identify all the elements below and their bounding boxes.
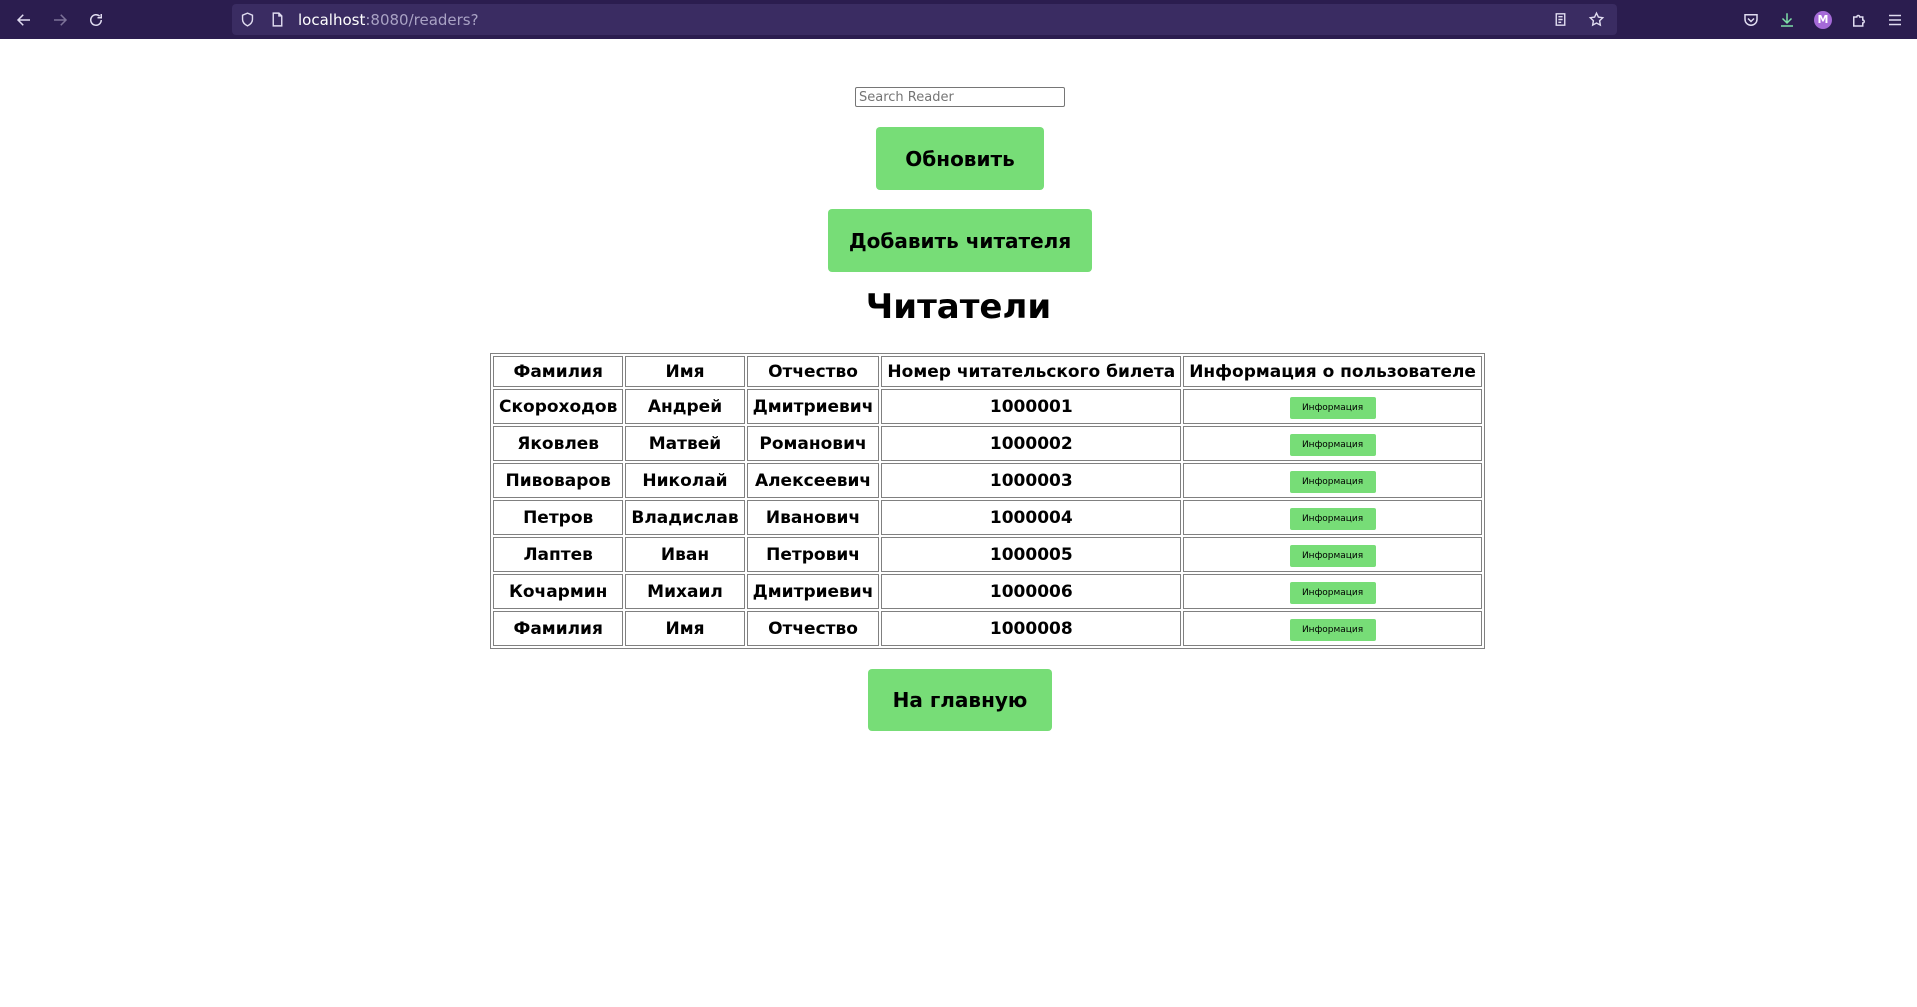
table-row: Яковлев Матвей Романович 1000002 Информация (493, 426, 1482, 461)
puzzle-icon (1853, 14, 1865, 27)
cell-user-info: Информация (1183, 537, 1482, 572)
readers-table: Фамилия Имя Отчество Номер читательского… (490, 353, 1485, 649)
info-button[interactable]: Информация (1289, 618, 1376, 641)
cell-first-name: Андрей (625, 389, 745, 424)
cell-card-number: 1000003 (881, 463, 1182, 498)
cell-user-info: Информация (1183, 389, 1482, 424)
table-row: Лаптев Иван Петрович 1000005 Информация (493, 537, 1482, 572)
cell-user-info: Информация (1183, 463, 1482, 498)
table-row: Кочармин Михаил Дмитриевич 1000006 Информаци… (493, 574, 1482, 609)
page-icon[interactable] (262, 11, 292, 28)
header-first-name: Имя (625, 356, 745, 387)
hamburger-icon (1889, 14, 1901, 25)
header-patronymic: Отчество (746, 356, 880, 387)
cell-card-number: 1000008 (881, 611, 1182, 646)
table-row: Скороходов Андрей Дмитриевич 1000001 Информа… (493, 389, 1482, 424)
forward-button[interactable] (42, 0, 78, 39)
info-button[interactable]: Информация (1289, 470, 1376, 493)
cell-card-number: 1000002 (881, 426, 1182, 461)
cell-card-number: 1000005 (881, 537, 1182, 572)
pocket-icon (1744, 13, 1758, 26)
info-button[interactable]: Информация (1289, 581, 1376, 604)
cell-user-info: Информация (1183, 500, 1482, 535)
cell-last-name: Скороходов (493, 389, 624, 424)
page-title: Читатели (865, 287, 1052, 327)
menu-button[interactable] (1877, 0, 1913, 39)
bookmark-star-icon[interactable] (1581, 11, 1611, 28)
download-icon (1781, 12, 1793, 27)
cell-last-name: Пивоваров (493, 463, 624, 498)
header-user-info: Информация о пользователе (1183, 356, 1482, 387)
downloads-button[interactable] (1769, 0, 1805, 39)
reload-button[interactable] (78, 0, 114, 39)
cell-card-number: 1000004 (881, 500, 1182, 535)
header-card-number: Номер читательского билета (881, 356, 1182, 387)
arrow-right-icon (54, 13, 68, 26)
cell-last-name: Фамилия (493, 611, 624, 646)
extensions-button[interactable] (1841, 0, 1877, 39)
browser-toolbar: localhost:8080/readers? M (0, 0, 1917, 39)
cell-patronymic: Дмитриевич (746, 574, 880, 609)
cell-first-name: Имя (625, 611, 745, 646)
table-row: Петров Владислав Иванович 1000004 Информация (493, 500, 1482, 535)
cell-patronymic: Петрович (746, 537, 880, 572)
cell-first-name: Николай (625, 463, 745, 498)
cell-card-number: 1000006 (881, 574, 1182, 609)
cell-patronymic: Отчество (746, 611, 880, 646)
back-button[interactable] (6, 0, 42, 39)
account-button[interactable]: M (1805, 0, 1841, 39)
url-host: localhost (298, 10, 366, 29)
refresh-button[interactable]: Обновить (876, 127, 1044, 190)
cell-last-name: Петров (493, 500, 624, 535)
reader-view-icon[interactable] (1545, 11, 1575, 28)
header-last-name: Фамилия (493, 356, 624, 387)
cell-patronymic: Алексеевич (746, 463, 880, 498)
table-row: Пивоваров Николай Алексеевич 1000003 Информа… (493, 463, 1482, 498)
cell-user-info: Информация (1183, 574, 1482, 609)
cell-patronymic: Иванович (746, 500, 880, 535)
table-header-row: Фамилия Имя Отчество Номер читательского… (493, 356, 1482, 387)
search-input[interactable] (855, 87, 1065, 107)
cell-last-name: Лаптев (493, 537, 624, 572)
pocket-button[interactable] (1733, 0, 1769, 39)
cell-user-info: Информация (1183, 426, 1482, 461)
cell-first-name: Владислав (625, 500, 745, 535)
cell-patronymic: Романович (746, 426, 880, 461)
info-button[interactable]: Информация (1289, 396, 1376, 419)
table-row: Фамилия Имя Отчество 1000008 Информация (493, 611, 1482, 646)
cell-last-name: Яковлев (493, 426, 624, 461)
home-button[interactable]: На главную (868, 669, 1052, 731)
cell-first-name: Матвей (625, 426, 745, 461)
arrow-left-icon (16, 13, 30, 26)
reload-icon (90, 13, 102, 26)
shield-icon[interactable] (232, 11, 262, 28)
url-text[interactable]: localhost:8080/readers? (298, 11, 479, 29)
info-button[interactable]: Информация (1289, 544, 1376, 567)
url-path: :8080/readers? (365, 10, 479, 29)
avatar: M (1814, 10, 1832, 29)
cell-card-number: 1000001 (881, 389, 1182, 424)
cell-user-info: Информация (1183, 611, 1482, 646)
info-button[interactable]: Информация (1289, 433, 1376, 456)
cell-first-name: Иван (625, 537, 745, 572)
address-bar[interactable]: localhost:8080/readers? (232, 4, 1617, 35)
cell-patronymic: Дмитриевич (746, 389, 880, 424)
cell-first-name: Михаил (625, 574, 745, 609)
info-button[interactable]: Информация (1289, 507, 1376, 530)
cell-last-name: Кочармин (493, 574, 624, 609)
add-reader-button[interactable]: Добавить читателя (828, 209, 1092, 272)
